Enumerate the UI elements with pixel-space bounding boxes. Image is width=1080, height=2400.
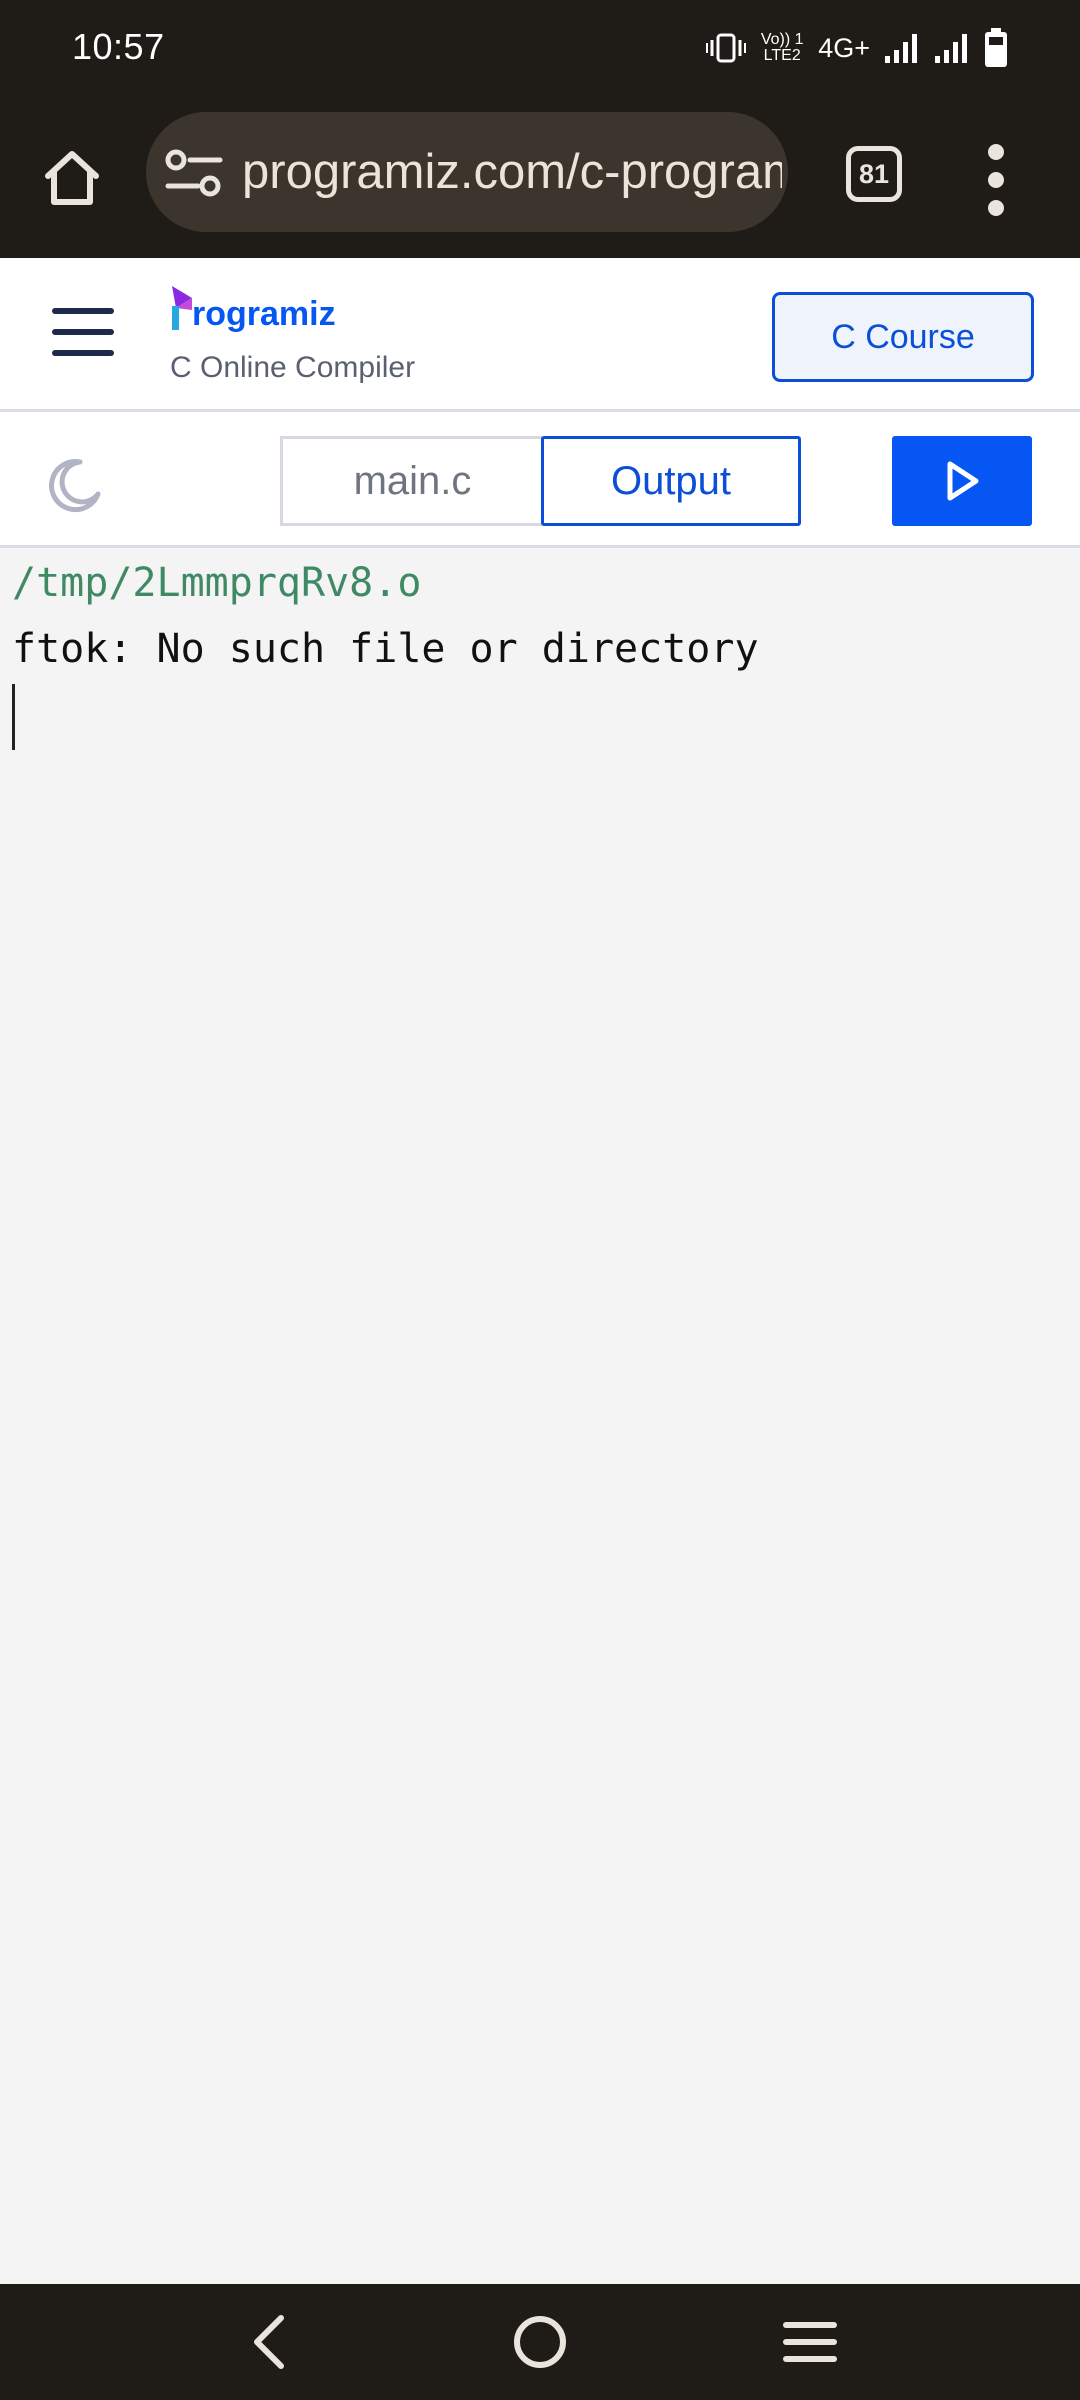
- output-message-line: ftok: No such file or directory: [12, 626, 759, 672]
- home-nav-button[interactable]: [500, 2306, 580, 2378]
- back-icon: [254, 2315, 284, 2369]
- text-cursor: [12, 684, 15, 750]
- play-icon: [947, 461, 979, 501]
- output-path-line: /tmp/2LmmprqRv8.o: [12, 560, 422, 606]
- recents-button[interactable]: [770, 2306, 850, 2378]
- browser-toolbar: programiz.com/c-programming/online-compi…: [0, 100, 1080, 258]
- site-header: rogramiz C Online Compiler C Course: [0, 258, 1080, 412]
- logo-text: rogramiz: [192, 295, 336, 333]
- signal-icon: [885, 34, 917, 63]
- more-vert-icon[interactable]: [978, 140, 1014, 220]
- theme-toggle-button[interactable]: [40, 452, 106, 518]
- vibrate-icon: [706, 33, 747, 63]
- moon-icon: [49, 459, 101, 513]
- home-icon: [45, 151, 99, 205]
- tab-switcher-button[interactable]: 81: [846, 146, 902, 202]
- compiler-toolbar: main.c Output: [0, 412, 1080, 548]
- page-subtitle: C Online Compiler: [170, 351, 416, 384]
- output-console[interactable]: /tmp/2LmmprqRv8.o ftok: No such file or …: [0, 550, 1080, 2282]
- back-button[interactable]: [230, 2306, 310, 2378]
- signal-icon: [935, 34, 967, 63]
- network-label: 4G+: [818, 32, 870, 63]
- address-bar[interactable]: programiz.com/c-programming/online-compi…: [146, 112, 788, 232]
- run-button[interactable]: [892, 436, 1032, 526]
- url-text[interactable]: programiz.com/c-programming/online-compi…: [242, 142, 782, 202]
- status-icons: Vo)) 1 LTE2 4G+: [706, 26, 1008, 70]
- tab-main-c[interactable]: main.c: [280, 436, 542, 526]
- status-bar: 10:57 Vo)) 1 LTE2 4G+: [0, 0, 1080, 100]
- browser-home-button[interactable]: [36, 142, 108, 214]
- status-time: 10:57: [72, 26, 165, 67]
- programiz-logo[interactable]: rogramiz: [170, 280, 350, 340]
- recents-icon: [783, 2322, 837, 2362]
- battery-icon: [985, 28, 1007, 67]
- site-settings-icon[interactable]: [164, 148, 224, 198]
- tab-output[interactable]: Output: [541, 436, 801, 526]
- hamburger-menu-icon[interactable]: [52, 304, 116, 360]
- c-course-button[interactable]: C Course: [772, 292, 1034, 382]
- volte-label: Vo)) 1 LTE2: [760, 31, 804, 64]
- system-nav-bar: [0, 2284, 1080, 2400]
- home-circle-icon: [514, 2316, 566, 2368]
